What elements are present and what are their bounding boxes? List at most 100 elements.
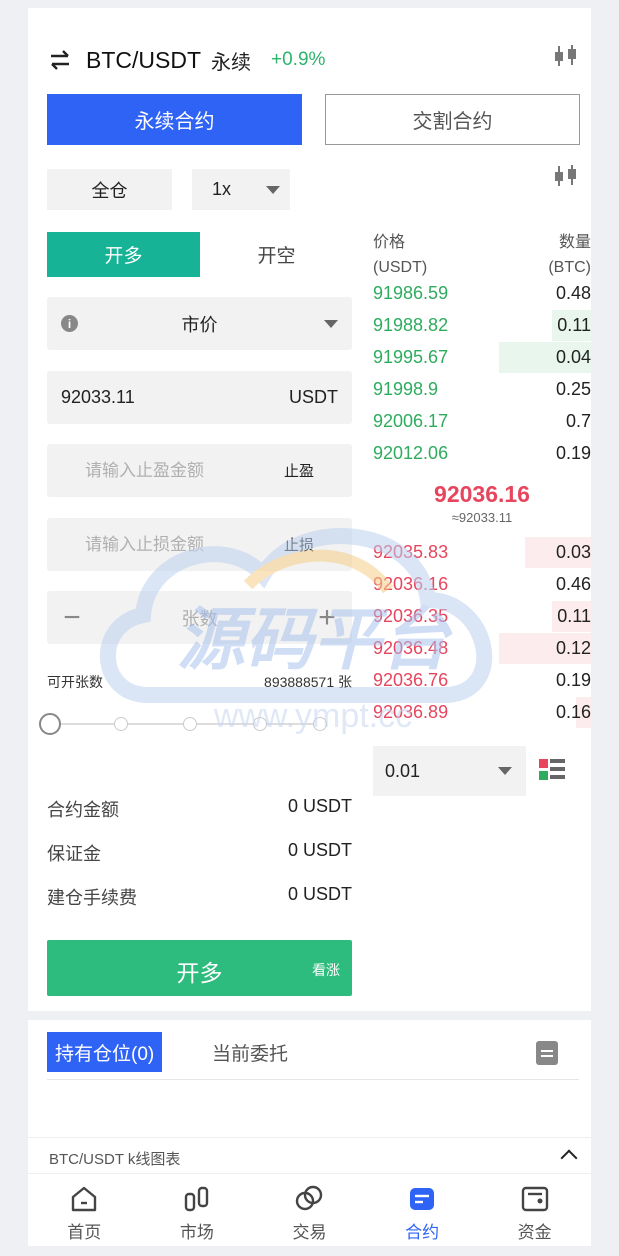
chevron-down-icon xyxy=(324,320,338,328)
tab-holdings[interactable]: 持有仓位(0) xyxy=(47,1032,163,1072)
leverage-select[interactable]: 1x xyxy=(192,169,290,210)
bid-row[interactable]: 91995.67 0.04 xyxy=(373,342,591,373)
nav-contract[interactable]: 合约 xyxy=(366,1174,479,1246)
candlestick-icon[interactable] xyxy=(552,44,580,68)
ask-price: 92036.89 xyxy=(373,702,449,722)
summary-label: 建仓手续费 xyxy=(47,888,137,908)
nav-label: 交易 xyxy=(292,1223,327,1242)
contract-type-label: 永续 xyxy=(211,51,251,74)
increment-button[interactable]: + xyxy=(302,591,352,644)
ask-row[interactable]: 92036.35 0.11 xyxy=(373,601,591,632)
nav-market[interactable]: 市场 xyxy=(141,1174,254,1246)
nav-trade[interactable]: 交易 xyxy=(253,1174,366,1246)
slider-step-100[interactable] xyxy=(313,717,327,731)
nav-wallet[interactable]: 资金 xyxy=(478,1174,591,1246)
amount-slider[interactable] xyxy=(39,713,327,735)
price-field[interactable]: 92033.11 USDT xyxy=(47,371,352,424)
trade-panel: BTC/USDT 永续 +0.9% 永续合约 交割合约 全仓 1x 开多 开空 … xyxy=(28,8,591,1011)
bid-qty: 0.7 xyxy=(565,411,591,431)
chevron-down-icon xyxy=(266,186,280,194)
order-type-select[interactable]: i 市价 xyxy=(47,297,352,350)
last-price: 92036.16 ≈92033.11 xyxy=(373,481,591,525)
bid-qty: 0.04 xyxy=(555,347,591,367)
ask-price: 92036.35 xyxy=(373,606,449,626)
bid-row[interactable]: 91986.59 0.48 xyxy=(373,278,591,309)
qty-header: 数量 (BTC) xyxy=(548,230,591,280)
ask-price: 92035.83 xyxy=(373,542,449,562)
ask-qty: 0.19 xyxy=(555,670,591,690)
slider-step-75[interactable] xyxy=(253,717,267,731)
home-icon xyxy=(72,1186,97,1212)
pair-header: BTC/USDT 永续 +0.9% xyxy=(48,40,591,80)
delivery-contract-tab[interactable]: 交割合约 xyxy=(325,94,580,145)
price-value: 92033.11 xyxy=(61,387,135,407)
order-history-icon[interactable] xyxy=(536,1041,558,1065)
perpetual-contract-tab[interactable]: 永续合约 xyxy=(47,94,302,145)
contract-icon xyxy=(410,1188,435,1210)
bid-row[interactable]: 92012.06 0.19 xyxy=(373,438,591,469)
quantity-stepper[interactable]: − 张数 + xyxy=(47,591,352,644)
ask-qty: 0.03 xyxy=(555,542,591,562)
available-label: 可开张数 xyxy=(47,674,103,690)
bid-qty: 0.25 xyxy=(555,379,591,399)
bid-price: 91998.9 xyxy=(373,379,439,399)
positions-panel: 持有仓位(0) 当前委托 BTC/USDT k线图表 首页 市场 交易 合约 资… xyxy=(28,1020,591,1246)
ask-row[interactable]: 92036.76 0.19 xyxy=(373,665,591,696)
open-long-hint: 看涨 xyxy=(312,962,340,978)
bid-price: 91986.59 xyxy=(373,283,449,303)
tab-open-long[interactable]: 开多 xyxy=(47,232,200,277)
slider-step-50[interactable] xyxy=(183,717,197,731)
swap-icon[interactable] xyxy=(48,48,72,72)
ask-row[interactable]: 92036.16 0.46 xyxy=(373,569,591,600)
bottom-nav: 首页 市场 交易 合约 资金 xyxy=(28,1173,591,1246)
margin-mode-button[interactable]: 全仓 xyxy=(47,169,172,210)
nav-home[interactable]: 首页 xyxy=(28,1174,141,1246)
tab-open-short[interactable]: 开空 xyxy=(200,232,353,277)
take-profit-input[interactable] xyxy=(47,444,267,497)
slider-handle[interactable] xyxy=(39,713,61,735)
order-type-value: 市价 xyxy=(181,314,218,335)
market-icon xyxy=(184,1186,209,1212)
ask-row[interactable]: 92036.89 0.16 xyxy=(373,697,591,728)
available-contracts: 可开张数 893888571 张 xyxy=(47,672,352,692)
open-long-button[interactable]: 开多 看涨 xyxy=(47,940,352,996)
ask-row[interactable]: 92036.48 0.12 xyxy=(373,633,591,664)
bid-qty: 0.48 xyxy=(555,283,591,303)
nav-label: 市场 xyxy=(179,1223,214,1242)
ask-price: 92036.16 xyxy=(373,574,449,594)
take-profit-field[interactable]: 止盈 xyxy=(47,444,352,497)
ask-qty: 0.16 xyxy=(555,702,591,722)
nav-label: 合约 xyxy=(405,1223,440,1242)
take-profit-tag: 止盈 xyxy=(283,463,314,480)
chevron-down-icon xyxy=(498,767,512,775)
summary-label: 保证金 xyxy=(47,844,101,864)
ask-price: 92036.76 xyxy=(373,670,449,690)
bid-row[interactable]: 91988.82 0.11 xyxy=(373,310,591,341)
precision-value: 0.01 xyxy=(385,760,421,781)
kline-chart-toggle[interactable]: BTC/USDT k线图表 xyxy=(28,1137,591,1173)
bid-price: 91995.67 xyxy=(373,347,449,367)
ask-qty: 0.12 xyxy=(555,638,591,658)
bid-qty: 0.11 xyxy=(557,315,591,335)
bid-price: 91988.82 xyxy=(373,315,449,335)
slider-step-25[interactable] xyxy=(114,717,128,731)
stop-loss-input[interactable] xyxy=(47,518,267,571)
available-value: 893888571 张 xyxy=(264,674,352,690)
bid-row[interactable]: 92006.17 0.7 xyxy=(373,406,591,437)
open-long-label: 开多 xyxy=(176,960,223,986)
candlestick-icon[interactable] xyxy=(552,164,580,188)
last-price-approx: ≈92033.11 xyxy=(451,510,513,525)
chevron-up-icon xyxy=(560,1149,578,1167)
ask-row[interactable]: 92035.83 0.03 xyxy=(373,537,591,568)
pair-name[interactable]: BTC/USDT xyxy=(86,47,201,74)
stop-loss-field[interactable]: 止损 xyxy=(47,518,352,571)
tab-current-orders[interactable]: 当前委托 xyxy=(212,1032,288,1072)
bid-row[interactable]: 91998.9 0.25 xyxy=(373,374,591,405)
divider xyxy=(47,1079,579,1080)
info-icon[interactable]: i xyxy=(61,315,78,332)
summary-fee: 建仓手续费 0 USDT xyxy=(47,884,352,910)
order-book-layout-icon[interactable] xyxy=(539,758,565,782)
last-price-value: 92036.16 xyxy=(434,481,530,507)
summary-value: 0 USDT xyxy=(287,840,352,860)
precision-select[interactable]: 0.01 xyxy=(373,746,526,796)
